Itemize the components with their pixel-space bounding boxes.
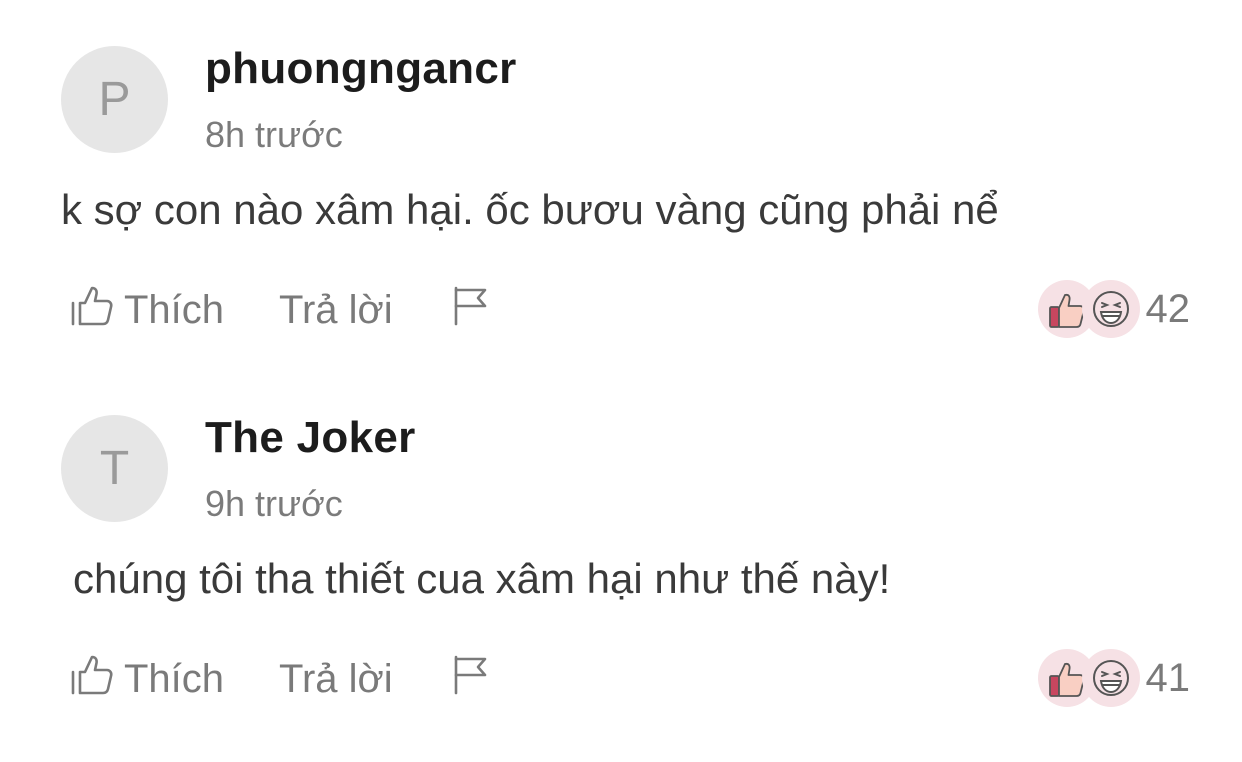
comment-item: P phuongngancr 8h trước k sợ con nào xâm… <box>0 0 1242 370</box>
like-button[interactable]: Thích <box>70 653 224 705</box>
report-button[interactable] <box>452 284 490 336</box>
avatar[interactable]: T <box>61 415 168 522</box>
like-label: Thích <box>124 656 225 701</box>
reaction-summary[interactable]: 41 <box>1037 647 1191 709</box>
reply-button[interactable]: Trả lời <box>279 653 393 705</box>
comment-timestamp: 8h trước <box>205 114 343 155</box>
laughing-face-reaction-icon <box>1081 649 1140 707</box>
reply-button[interactable]: Trả lời <box>279 284 393 336</box>
comment-text: chúng tôi tha thiết cua xâm hại như thế … <box>73 555 891 602</box>
flag-icon <box>452 284 490 336</box>
reply-label: Trả lời <box>279 287 393 332</box>
comment-timestamp: 9h trước <box>205 483 343 524</box>
thumbs-up-icon <box>70 283 124 337</box>
reaction-count: 42 <box>1145 286 1191 331</box>
comment-actions: Thích Trả lời <box>70 649 1190 707</box>
avatar[interactable]: P <box>61 46 168 153</box>
like-button[interactable]: Thích <box>70 284 224 336</box>
like-label: Thích <box>124 287 225 332</box>
comment-text: k sợ con nào xâm hại. ốc bươu vàng cũng … <box>61 186 999 233</box>
reaction-summary[interactable]: 42 <box>1037 278 1191 340</box>
flag-icon <box>452 653 490 705</box>
laughing-face-reaction-icon <box>1081 280 1140 338</box>
comment-username[interactable]: The Joker <box>205 413 416 463</box>
thumbs-up-icon <box>70 652 124 706</box>
report-button[interactable] <box>452 653 490 705</box>
reaction-count: 41 <box>1145 655 1191 700</box>
reply-label: Trả lời <box>279 656 393 701</box>
comment-item: T The Joker 9h trước chúng tôi tha thiết… <box>0 369 1242 739</box>
comment-username[interactable]: phuongngancr <box>205 44 517 94</box>
comment-actions: Thích Trả lời <box>70 280 1190 338</box>
